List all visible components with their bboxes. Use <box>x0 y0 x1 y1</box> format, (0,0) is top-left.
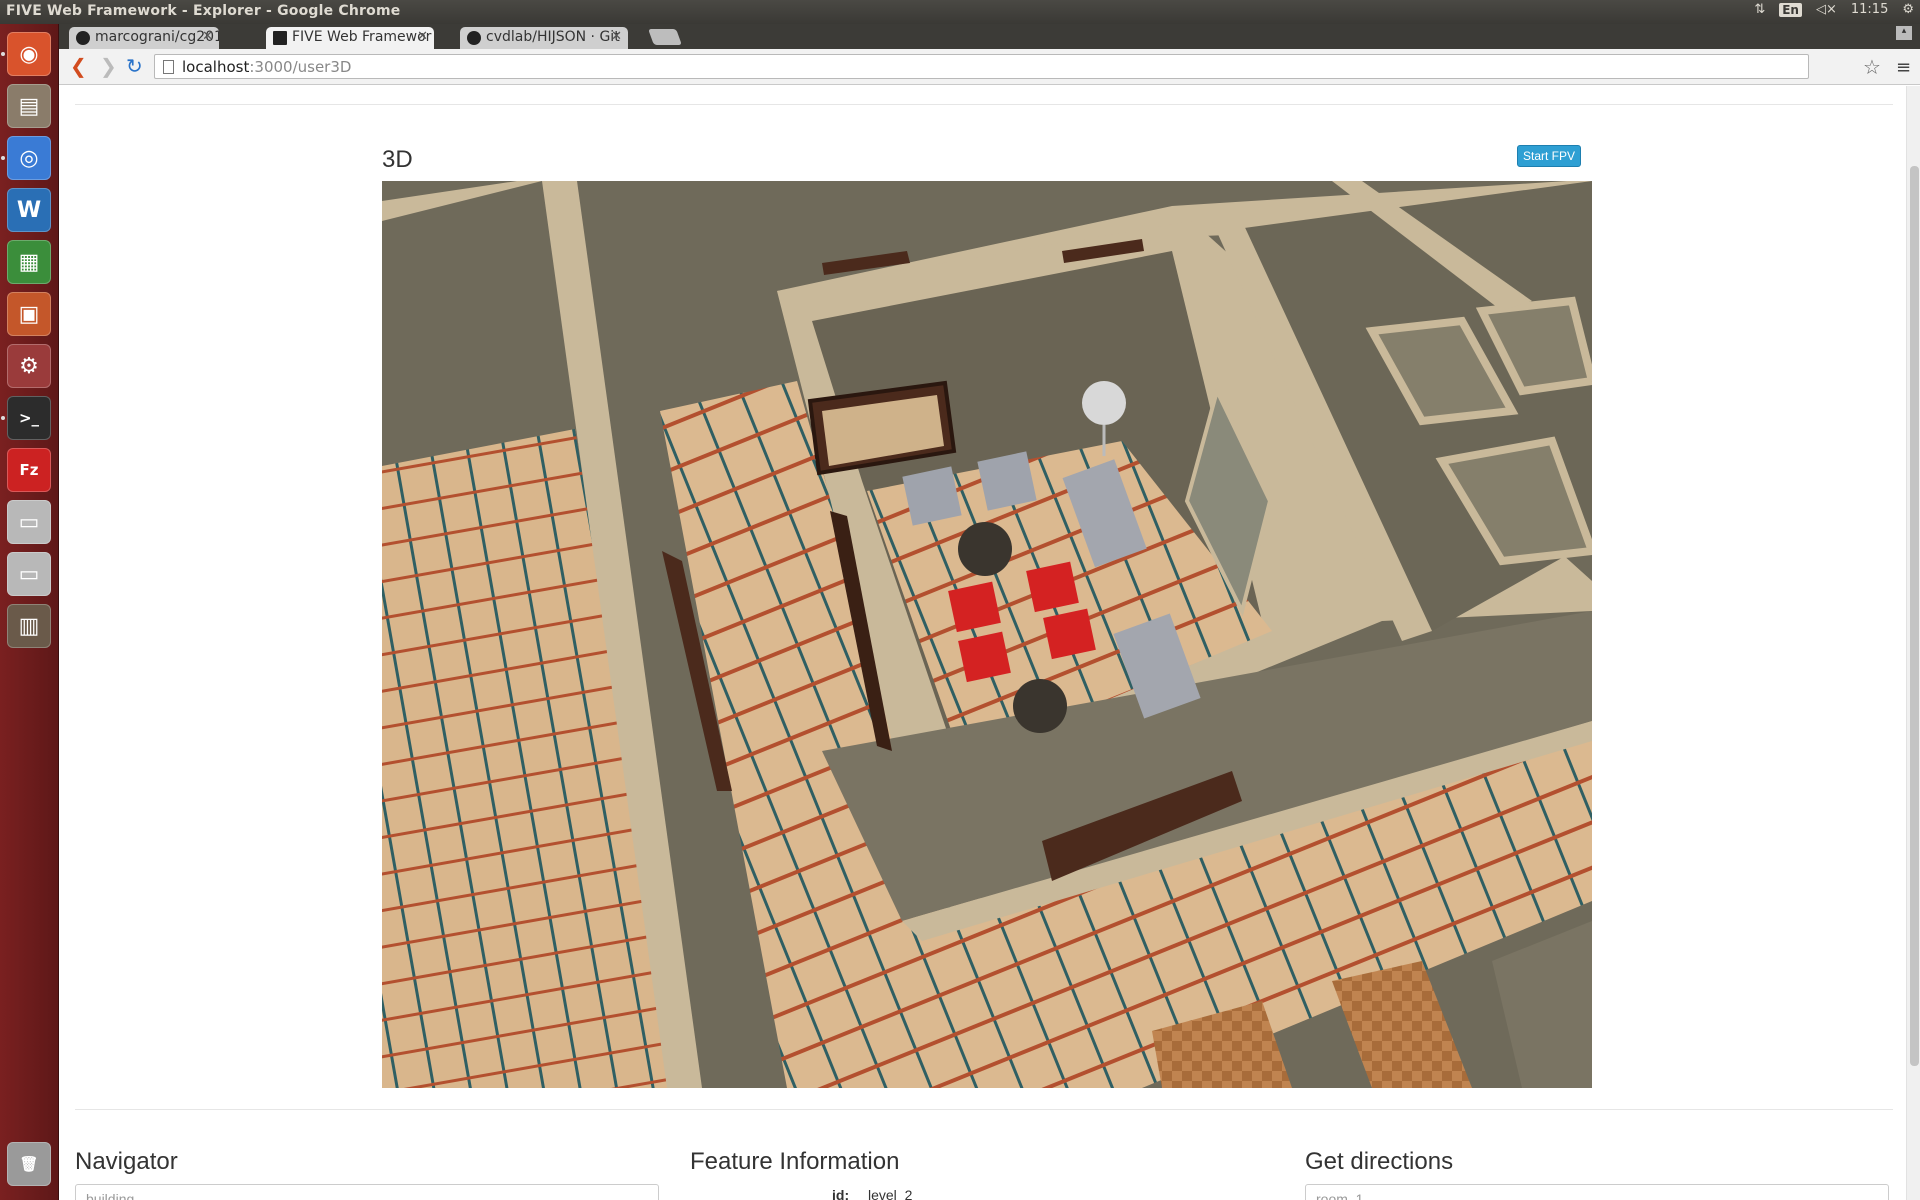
calc-icon[interactable]: ▦ <box>7 240 51 284</box>
github-icon <box>467 31 481 45</box>
scrollbar-thumb[interactable] <box>1910 166 1919 1066</box>
settings-icon[interactable]: ⚙ <box>7 344 51 388</box>
system-tray: ⇅ En ◁× 11:15 ⚙ <box>1754 2 1914 17</box>
page-content: 3D Start FPV Navigator building Feature … <box>59 86 1906 1200</box>
tab-github-cg2015[interactable]: marcograni/cg2015 ✕ <box>69 27 219 49</box>
address-bar[interactable]: localhost:3000/user3D <box>154 54 1809 79</box>
tab-label: cvdlab/HIJSON · Git <box>486 29 620 45</box>
tab-hijson[interactable]: cvdlab/HIJSON · Git ✕ <box>460 27 628 49</box>
running-indicator <box>1 416 5 420</box>
divider <box>75 1109 1893 1110</box>
network-icon[interactable]: ⇅ <box>1754 2 1765 17</box>
running-indicator <box>1 52 5 56</box>
close-icon[interactable]: ✕ <box>202 29 213 44</box>
forward-arrow-icon[interactable]: ❯ <box>100 56 117 76</box>
system-top-bar: FIVE Web Framework - Explorer - Google C… <box>0 0 1920 24</box>
start-fpv-button[interactable]: Start FPV <box>1517 145 1581 167</box>
chrome-icon[interactable]: ◎ <box>7 136 51 180</box>
writer-icon[interactable]: W <box>7 188 51 232</box>
hamburger-menu-icon[interactable]: ≡ <box>1896 57 1911 78</box>
ubuntu-dash-icon[interactable]: ◉ <box>7 32 51 76</box>
navigator-title: Navigator <box>75 1148 178 1175</box>
impress-icon[interactable]: ▣ <box>7 292 51 336</box>
keyboard-layout-indicator[interactable]: En <box>1779 2 1802 17</box>
drive-icon[interactable]: ▭ <box>7 500 51 544</box>
terminal-favicon-icon <box>273 31 287 45</box>
trash-icon[interactable]: 🗑 <box>7 1142 51 1186</box>
url-path: :3000/user3D <box>249 58 352 76</box>
unity-launcher: ◉ ▤ ◎ W ▦ ▣ ⚙ >_ Fz ▭ ▭ ▥ 🗑 <box>0 24 59 1200</box>
window-title: FIVE Web Framework - Explorer - Google C… <box>6 3 401 19</box>
reload-icon[interactable]: ↻ <box>126 56 143 76</box>
page-scrollbar[interactable] <box>1906 86 1920 1200</box>
feature-id-value: level_2 <box>868 1187 913 1200</box>
section-title-3d: 3D <box>382 146 413 173</box>
directions-select[interactable]: room_1 <box>1305 1184 1889 1200</box>
close-icon[interactable]: ✕ <box>417 29 428 44</box>
close-icon[interactable]: ✕ <box>611 29 622 44</box>
files-icon[interactable]: ▤ <box>7 84 51 128</box>
bookmark-star-icon[interactable]: ☆ <box>1863 55 1881 79</box>
power-gear-icon[interactable]: ⚙ <box>1902 2 1914 17</box>
3d-scene-render <box>382 181 1592 1088</box>
url-host: localhost <box>182 58 250 76</box>
navigator-select[interactable]: building <box>75 1184 659 1200</box>
tab-label: FIVE Web Framewor <box>292 29 432 45</box>
drive2-icon[interactable]: ▭ <box>7 552 51 596</box>
back-arrow-icon[interactable]: ❮ <box>70 56 87 76</box>
divider <box>75 104 1893 105</box>
3d-viewport[interactable] <box>382 181 1592 1088</box>
window-restore-button[interactable]: ▴ <box>1896 26 1912 40</box>
clock[interactable]: 11:15 <box>1851 2 1888 17</box>
running-indicator <box>1 156 5 160</box>
terminal-icon[interactable]: >_ <box>7 396 51 440</box>
browser-toolbar: ❮ ❯ ↻ localhost:3000/user3D ☆ ≡ <box>59 49 1920 85</box>
volume-icon[interactable]: ◁× <box>1816 2 1837 17</box>
github-icon <box>76 31 90 45</box>
browser-tab-strip: marcograni/cg2015 ✕ FIVE Web Framewor ✕ … <box>59 24 1920 49</box>
page-icon <box>163 60 174 74</box>
new-tab-button[interactable] <box>648 29 682 45</box>
feature-id-label: id: <box>832 1187 850 1200</box>
tab-five-web-framework[interactable]: FIVE Web Framewor ✕ <box>266 27 434 49</box>
filezilla-icon[interactable]: Fz <box>7 448 51 492</box>
tab-label: marcograni/cg2015 <box>95 29 219 45</box>
package-icon[interactable]: ▥ <box>7 604 51 648</box>
get-directions-title: Get directions <box>1305 1148 1454 1175</box>
feature-information-title: Feature Information <box>690 1148 900 1175</box>
